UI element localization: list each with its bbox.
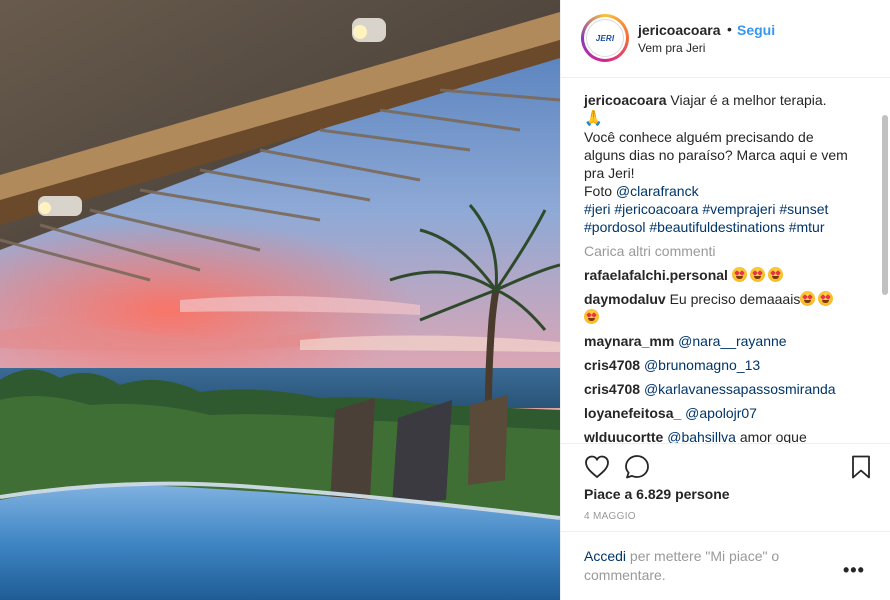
location-link[interactable]: Vem pra Jeri: [638, 41, 705, 55]
heart-eyes-emoji-icon: [818, 291, 834, 306]
comment-row: rafaelafalchi.personal: [584, 266, 875, 284]
pray-emoji-icon: 🙏: [584, 110, 603, 127]
caption-line1: Viajar é a melhor terapia.: [670, 92, 827, 108]
post-sidebar: JERI jericoacoara • Segui Vem pra Jeri j…: [560, 0, 890, 600]
comment-username[interactable]: wlduucortte: [584, 429, 663, 443]
hashtag-link[interactable]: #jericoacoara: [614, 201, 698, 217]
comments-scrollbar[interactable]: [880, 79, 890, 443]
follow-button[interactable]: Segui: [737, 22, 775, 38]
comment-row: maynara_mm @nara__rayanne: [584, 332, 875, 350]
comment-mention-link[interactable]: @bahsillva: [667, 429, 736, 443]
comment-row: loyanefeitosa_ @apolojr07: [584, 404, 875, 422]
heart-eyes-emoji-icon: [584, 309, 599, 324]
comment-username[interactable]: loyanefeitosa_: [584, 405, 681, 421]
hashtag-link[interactable]: #pordosol: [584, 219, 646, 235]
comment-mention-link[interactable]: @nara__rayanne: [678, 333, 786, 349]
instagram-post: JERI jericoacoara • Segui Vem pra Jeri j…: [0, 0, 890, 600]
avatar[interactable]: JERI: [581, 14, 629, 62]
comment-text: Eu preciso demaaais: [669, 291, 801, 307]
hashtag-link[interactable]: #beautifuldestinations: [649, 219, 784, 235]
avatar-frame: JERI: [584, 17, 626, 59]
comment-mention-link[interactable]: @apolojr07: [685, 405, 757, 421]
post-date[interactable]: 4 MAGGIO: [584, 511, 636, 522]
comments-list[interactable]: jericoacoara Viajar é a melhor terapia. …: [561, 79, 875, 443]
caption-line2: Você conhece alguém precisando de alguns…: [584, 129, 848, 181]
hashtag-link[interactable]: #sunset: [779, 201, 828, 217]
scrollbar-thumb[interactable]: [882, 115, 888, 295]
likes-count[interactable]: Piace a 6.829 persone: [584, 486, 730, 502]
comment-text: amor oque: [739, 429, 807, 443]
comment-icon[interactable]: [623, 453, 651, 481]
comment-row: wlduucortte @bahsillva amor oque: [584, 428, 875, 443]
photo-credit-link[interactable]: @clarafranck: [616, 183, 699, 199]
header-username[interactable]: jericoacoara: [638, 22, 721, 38]
comment-username[interactable]: rafaelafalchi.personal: [584, 267, 728, 283]
comment-mention-link[interactable]: @karlavanessapassosmiranda: [644, 381, 836, 397]
comment-mention-link[interactable]: @brunomagno_13: [644, 357, 760, 373]
post-header: JERI jericoacoara • Segui Vem pra Jeri: [561, 0, 890, 78]
hashtag-link[interactable]: #mtur: [789, 219, 825, 235]
load-more-comments-button[interactable]: Carica altri commenti: [584, 242, 875, 260]
caption-photo-prefix: Foto: [584, 183, 613, 199]
bookmark-icon[interactable]: [847, 453, 875, 481]
login-link[interactable]: Accedi: [584, 548, 626, 564]
comment-row: daymodaluv Eu preciso demaaais: [584, 290, 854, 326]
heart-eyes-emoji-icon: [749, 267, 765, 282]
comment-username[interactable]: maynara_mm: [584, 333, 674, 349]
heart-eyes-emoji-icon: [767, 267, 783, 282]
action-bar: [561, 443, 890, 489]
comment-username[interactable]: cris4708: [584, 381, 640, 397]
post-photo[interactable]: [0, 0, 560, 600]
header-separator: •: [727, 21, 732, 37]
comment-row: cris4708 @karlavanessapassosmiranda: [584, 380, 875, 398]
more-options-button[interactable]: •••: [843, 560, 865, 581]
caption-username[interactable]: jericoacoara: [584, 92, 667, 108]
login-prompt: Accedi per mettere "Mi piace" o commenta…: [561, 531, 890, 600]
hashtag-link[interactable]: #jeri: [584, 201, 610, 217]
comment-username[interactable]: cris4708: [584, 357, 640, 373]
heart-eyes-emoji-icon: [731, 267, 747, 282]
heart-icon[interactable]: [583, 453, 611, 481]
login-text-block: Accedi per mettere "Mi piace" o commenta…: [584, 547, 814, 585]
avatar-logo-text: JERI: [595, 33, 615, 43]
comment-username[interactable]: daymodaluv: [584, 291, 666, 307]
heart-eyes-emoji-icon: [800, 291, 816, 306]
avatar-logo: JERI: [586, 19, 624, 57]
hashtag-link[interactable]: #vemprajeri: [702, 201, 775, 217]
comment-row: cris4708 @brunomagno_13: [584, 356, 875, 374]
sunset-pool-photo: [0, 0, 560, 600]
caption: jericoacoara Viajar é a melhor terapia. …: [584, 91, 854, 236]
